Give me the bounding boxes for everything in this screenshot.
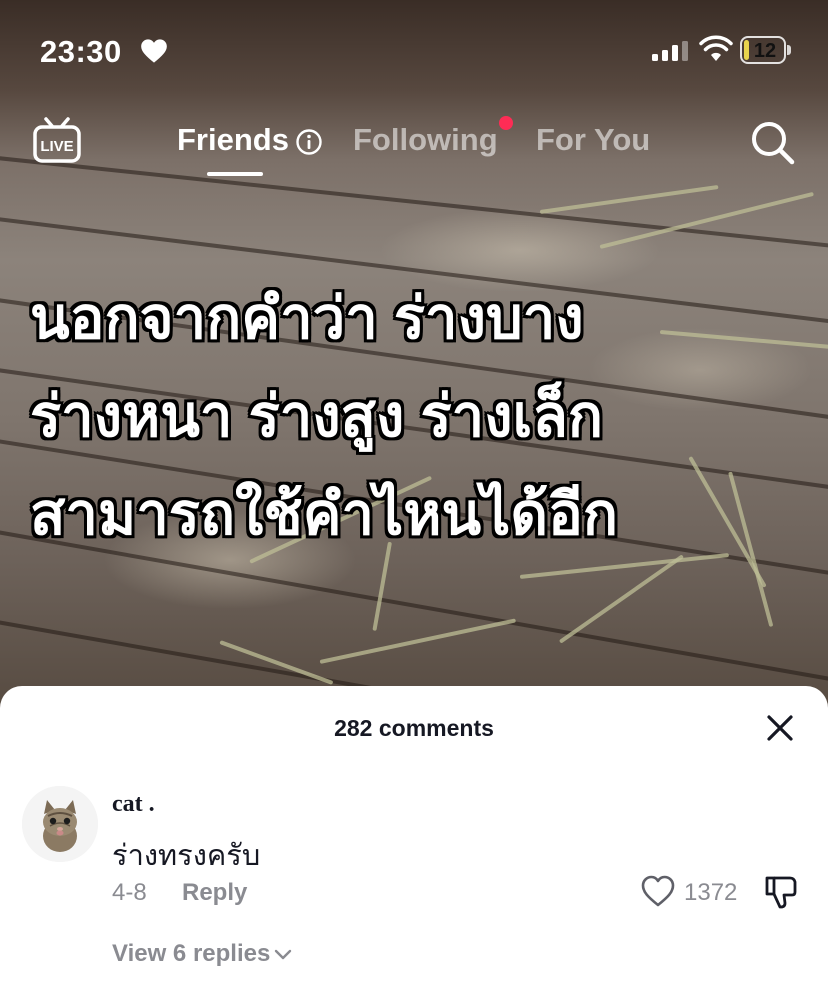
info-icon[interactable] [295, 128, 323, 156]
tab-following[interactable]: Following [353, 122, 498, 158]
tab-friends[interactable]: Friends [177, 122, 289, 158]
wifi-icon [699, 35, 733, 61]
like-count: 1372 [684, 879, 738, 906]
comments-count-title: 282 comments [334, 715, 494, 741]
dislike-icon[interactable] [764, 874, 798, 910]
grass-blade [319, 618, 517, 664]
battery-body: 12 [740, 36, 786, 64]
caption-line: นอกจากคำว่า ร่างบาง [30, 286, 584, 351]
comment-username[interactable]: cat . [112, 791, 155, 818]
like-heart-icon[interactable] [640, 874, 676, 908]
comments-sheet: 282 comments cat . ร่างทรงครับ 4-8 Reply… [0, 686, 828, 998]
view-replies-button[interactable]: View 6 replies [112, 940, 292, 968]
caption-line: สามารถใช้คำไหนได้อีก [30, 482, 618, 547]
heart-icon [141, 39, 167, 63]
live-label: LIVE [40, 138, 73, 155]
tab-for-you[interactable]: For You [536, 122, 650, 158]
comment-text: ร่างทรงครับ [112, 840, 261, 872]
status-bar: 23:30 12 [0, 0, 828, 100]
video-caption: นอกจากคำว่า ร่างบาง ร่างหนา ร่างสูง ร่าง… [30, 270, 730, 564]
comment-date: 4-8 [112, 879, 147, 906]
view-replies-label: View 6 replies [112, 940, 271, 967]
close-icon[interactable] [764, 712, 796, 744]
caption-line: ร่างหนา ร่างสูง ร่างเล็ก [30, 384, 604, 449]
active-tab-indicator [207, 172, 263, 176]
wood-plank-line [0, 150, 828, 259]
grass-blade [728, 471, 774, 628]
live-icon[interactable]: LIVE [32, 116, 82, 166]
cat-avatar-image [22, 786, 98, 862]
signal-icon [652, 41, 688, 61]
status-time: 23:30 [40, 34, 122, 69]
battery-cap [787, 45, 791, 55]
battery-level: 12 [753, 40, 777, 62]
notification-dot [499, 116, 513, 130]
grass-blade [539, 184, 719, 214]
reply-button[interactable]: Reply [182, 879, 247, 907]
avatar[interactable] [22, 786, 98, 862]
chevron-down-icon [275, 949, 292, 959]
battery-indicator: 12 [740, 36, 792, 64]
search-icon[interactable] [748, 118, 796, 166]
